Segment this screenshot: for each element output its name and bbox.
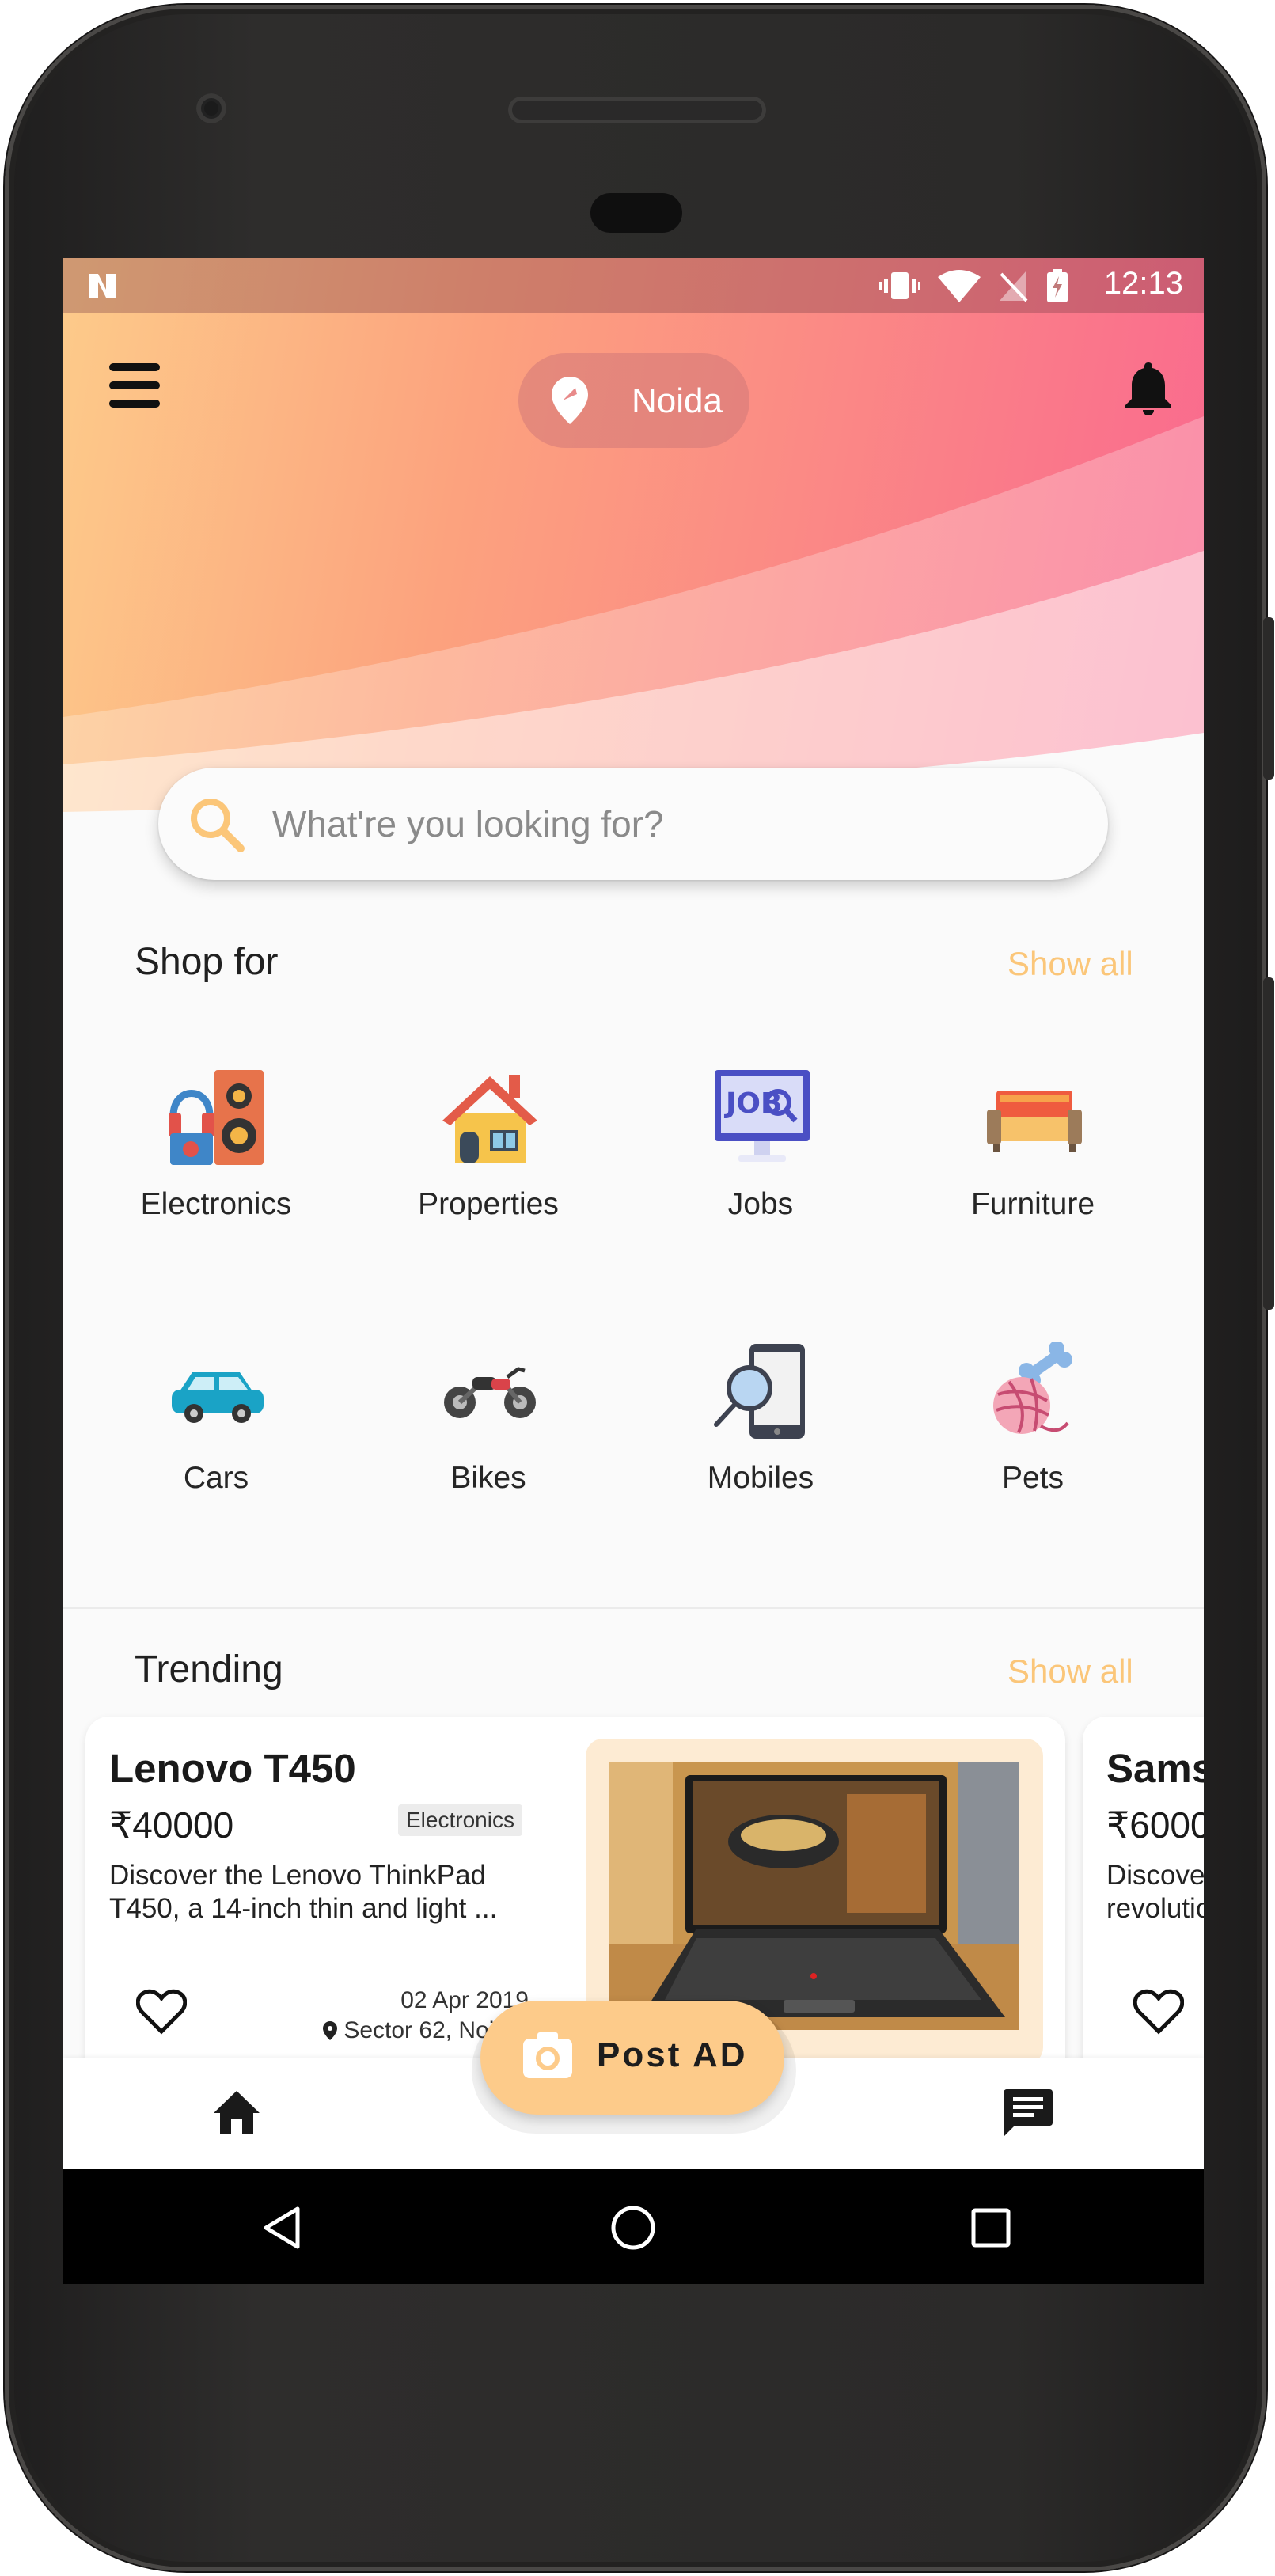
volume-button: [1263, 977, 1274, 1310]
vibrate-icon: [879, 272, 920, 299]
card-price: ₹40000: [109, 1804, 234, 1846]
card-description: Discover the Lenovo ThinkPad T450, a 14-…: [109, 1860, 498, 1924]
motorbike-icon: [444, 1367, 536, 1418]
category-label: Pets: [1001, 1461, 1064, 1495]
category-label: Properties: [418, 1187, 559, 1221]
earpiece-speaker: [508, 97, 766, 123]
card-title: Sams: [1106, 1746, 1204, 1791]
location-small-icon: [323, 2021, 337, 2040]
laptop-photo: [609, 1762, 1019, 2030]
home-icon[interactable]: [212, 2089, 261, 2135]
post-ad-button[interactable]: Post AD: [480, 2001, 784, 2115]
search-bar[interactable]: What're you looking for?: [158, 768, 1108, 880]
shop-for-title: Shop for: [135, 941, 279, 983]
category-properties[interactable]: Properties: [354, 1068, 623, 1322]
status-time: 12:13: [1103, 266, 1183, 301]
chat-icon[interactable]: [1002, 2088, 1054, 2138]
card-price: ₹6000: [1106, 1804, 1204, 1846]
section-divider: [63, 1607, 1204, 1609]
category-label: Cars: [183, 1461, 249, 1495]
card-description: Discover revolutio: [1106, 1860, 1204, 1924]
hamburger-icon[interactable]: [109, 363, 160, 411]
location-selector[interactable]: Noida: [518, 353, 749, 448]
category-electronics[interactable]: Electronics: [82, 1068, 351, 1322]
favorite-heart-icon[interactable]: [136, 1989, 187, 2035]
recents-icon[interactable]: [967, 2204, 1015, 2252]
camera-icon: [523, 2032, 572, 2078]
category-label: Mobiles: [707, 1461, 814, 1495]
category-label: Furniture: [970, 1187, 1095, 1221]
battery-charging-icon: [1047, 269, 1068, 302]
card-date: 02 Apr 2019: [400, 1987, 529, 2013]
proximity-sensor: [590, 193, 682, 233]
power-button: [1263, 617, 1274, 780]
wifi-icon: [938, 270, 981, 302]
speaker-headphones-icon: [169, 1070, 264, 1165]
front-camera: [196, 93, 226, 123]
search-input[interactable]: What're you looking for?: [272, 802, 664, 845]
yarn-bone-icon: [993, 1342, 1072, 1434]
category-cars[interactable]: Cars: [82, 1342, 351, 1595]
trending-card[interactable]: Sams ₹6000 Discover revolutio: [1083, 1717, 1204, 2081]
shop-for-show-all-link[interactable]: Show all: [1007, 945, 1133, 983]
notification-n-icon: [89, 274, 116, 298]
status-icons: [879, 269, 1069, 302]
location-label: Noida: [632, 381, 723, 420]
category-label: Bikes: [450, 1461, 526, 1495]
app-screen: 12:13 Noida What're you looking for? Sho…: [63, 258, 1204, 2284]
job-monitor-icon: JOB: [715, 1070, 810, 1162]
favorite-heart-icon[interactable]: [1133, 1989, 1184, 2035]
bell-icon[interactable]: [1122, 359, 1174, 416]
category-jobs[interactable]: JOB Jobs: [626, 1068, 895, 1322]
category-bikes[interactable]: Bikes: [354, 1342, 623, 1595]
system-navigation-bar: [63, 2169, 1204, 2284]
trending-title: Trending: [135, 1648, 283, 1690]
category-furniture[interactable]: Furniture: [898, 1068, 1167, 1322]
trending-show-all-link[interactable]: Show all: [1007, 1652, 1133, 1690]
post-ad-label: Post AD: [597, 2035, 748, 2074]
phone-magnifier-icon: [714, 1344, 805, 1439]
house-icon: [442, 1075, 537, 1163]
sofa-icon: [987, 1091, 1082, 1152]
no-signal-icon: [1000, 271, 1028, 302]
location-pin-icon: [552, 377, 588, 424]
category-mobiles[interactable]: Mobiles: [626, 1342, 895, 1595]
category-label: Jobs: [727, 1187, 794, 1221]
home-circle-icon[interactable]: [609, 2204, 657, 2252]
search-icon: [191, 799, 245, 852]
category-label: Electronics: [140, 1187, 292, 1221]
car-icon: [172, 1372, 264, 1423]
status-bar: 12:13: [63, 258, 1204, 313]
back-icon[interactable]: [258, 2204, 305, 2252]
category-pets[interactable]: Pets: [898, 1342, 1167, 1595]
card-title: Lenovo T450: [109, 1746, 356, 1791]
card-category-badge: Electronics: [398, 1804, 522, 1836]
